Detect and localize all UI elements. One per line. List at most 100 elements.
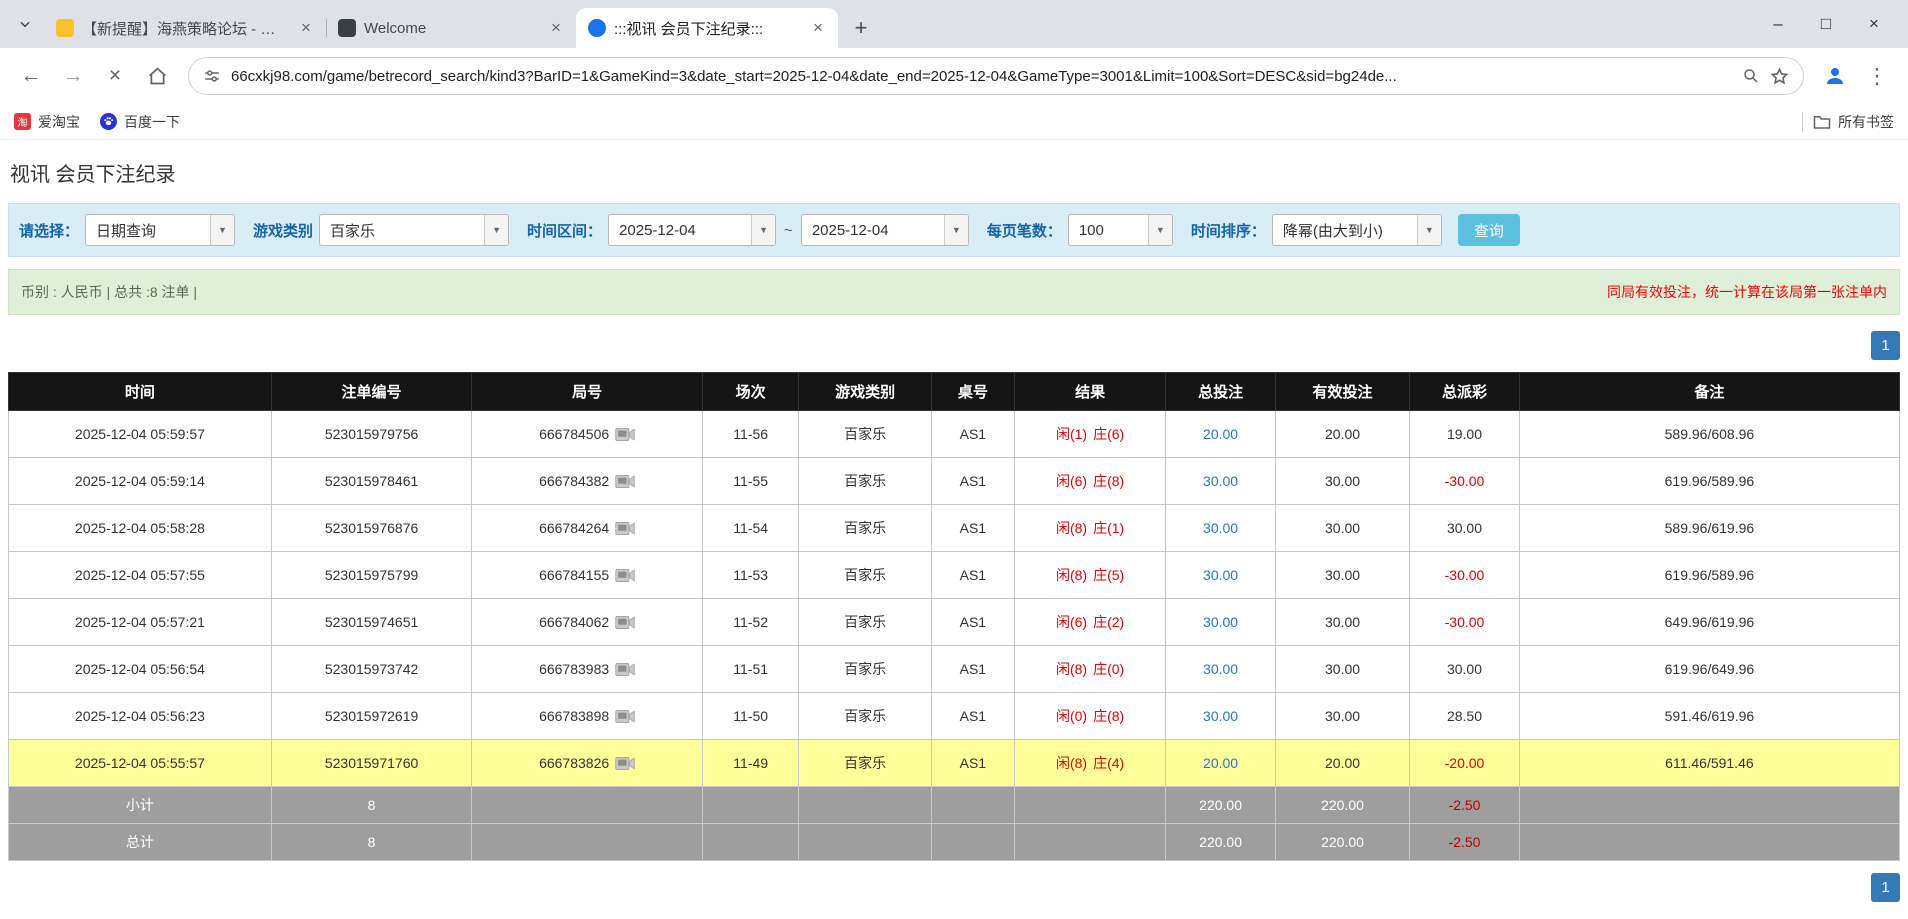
bookmark-star-icon[interactable]	[1770, 66, 1789, 86]
cell-note: 619.96/589.96	[1518, 551, 1901, 599]
tab-bar: 【新提醒】海燕策略论坛 - 综合 × Welcome × :::视讯 会员下注纪…	[0, 0, 1908, 48]
cell-table-no: AS1	[930, 504, 1015, 552]
stop-button[interactable]: ×	[96, 57, 134, 95]
profile-button[interactable]	[1816, 57, 1854, 95]
result-player: 闲(8)	[1055, 755, 1088, 771]
column-header: 总投注	[1165, 372, 1276, 411]
cell-note: 589.96/608.96	[1518, 410, 1901, 458]
video-replay-icon[interactable]	[615, 427, 635, 442]
cell-total-bet[interactable]: 30.00	[1165, 504, 1276, 552]
cell-note: 589.96/619.96	[1518, 504, 1901, 552]
tab-forum[interactable]: 【新提醒】海燕策略论坛 - 综合 ×	[44, 8, 326, 48]
baidu-paw-icon	[100, 113, 117, 130]
cell-note: 649.96/619.96	[1518, 598, 1901, 646]
profile-avatar-icon	[1827, 68, 1843, 84]
url-text[interactable]: 66cxkj98.com/game/betrecord_search/kind3…	[231, 68, 1732, 85]
video-replay-icon[interactable]	[615, 474, 635, 489]
chevron-down-icon[interactable]: ▼	[484, 215, 509, 245]
date-end-input[interactable]: 2025-12-04 ▼	[800, 214, 969, 246]
cell-valid-bet: 20.00	[1274, 739, 1411, 787]
tab-close-icon[interactable]: ×	[546, 18, 566, 38]
cell-total-bet[interactable]: 20.00	[1165, 739, 1276, 787]
sort-label: 时间排序：	[1190, 222, 1266, 240]
cell-round: 666783983	[471, 645, 703, 693]
cell-total-bet[interactable]: 30.00	[1165, 645, 1276, 693]
video-replay-icon[interactable]	[615, 521, 635, 536]
new-tab-button[interactable]: +	[846, 13, 876, 43]
column-header: 桌号	[930, 372, 1015, 411]
video-replay-icon[interactable]	[615, 709, 635, 724]
cell-time: 2025-12-04 05:56:54	[8, 645, 272, 693]
bookmark-taobao[interactable]: 淘 爱淘宝	[14, 112, 80, 132]
forward-button[interactable]: →	[54, 57, 92, 95]
tab-close-icon[interactable]: ×	[296, 18, 316, 38]
cell-bet-id: 523015979756	[270, 410, 473, 458]
maximize-button[interactable]: □	[1802, 5, 1850, 43]
chevron-down-icon[interactable]: ▼	[1147, 215, 1172, 245]
video-replay-icon[interactable]	[615, 615, 635, 630]
chevron-down-icon[interactable]: ▼	[210, 215, 235, 245]
page-size-select[interactable]: 100 ▼	[1067, 214, 1173, 246]
tab-title: Welcome	[364, 19, 427, 37]
column-header: 总派彩	[1409, 372, 1520, 411]
tab-search-button[interactable]	[10, 9, 40, 39]
close-window-button[interactable]: ×	[1850, 5, 1898, 43]
result-player: 闲(6)	[1055, 473, 1088, 489]
round-number: 666783826	[539, 754, 610, 771]
url-bar[interactable]: 66cxkj98.com/game/betrecord_search/kind3…	[188, 57, 1804, 95]
cell-table-no: AS1	[930, 410, 1015, 458]
minimize-button[interactable]: –	[1754, 5, 1802, 43]
chevron-down-icon[interactable]: ▼	[943, 215, 968, 245]
empty-cell	[1518, 786, 1901, 824]
cell-note: 619.96/649.96	[1518, 645, 1901, 693]
bookmark-baidu[interactable]: 百度一下	[100, 112, 180, 132]
video-replay-icon[interactable]	[615, 662, 635, 677]
cell-game-type: 百家乐	[798, 692, 932, 740]
result-player: 闲(8)	[1055, 661, 1088, 677]
subtotal-label: 小计	[8, 786, 272, 824]
page-title: 视讯 会员下注纪录	[10, 164, 176, 186]
round-number: 666784506	[539, 425, 610, 442]
column-header: 备注	[1518, 372, 1901, 411]
chevron-down-icon[interactable]: ▼	[751, 215, 776, 245]
bookmarks-bar: 淘 爱淘宝 百度一下 所有书签	[0, 104, 1908, 140]
cell-time: 2025-12-04 05:56:23	[8, 692, 272, 740]
effective-bet-note: 同局有效投注，统一计算在该局第一张注单内	[1607, 284, 1887, 300]
all-bookmarks-button[interactable]: 所有书签	[1813, 112, 1894, 132]
video-replay-icon[interactable]	[615, 568, 635, 583]
navigation-bar: ← → × 66cxkj98.com/game/betrecord_search…	[0, 48, 1908, 104]
divider	[1802, 111, 1803, 132]
cell-round: 666783898	[471, 692, 703, 740]
empty-cell	[798, 823, 932, 861]
result-banker: 庄(8)	[1093, 473, 1125, 489]
chevron-down-icon[interactable]: ▼	[1416, 215, 1441, 245]
game-type-select[interactable]: 百家乐 ▼	[319, 214, 510, 246]
browser-menu-button[interactable]: ⋮	[1858, 57, 1896, 95]
cell-total-bet[interactable]: 30.00	[1165, 457, 1276, 505]
cell-total-bet[interactable]: 30.00	[1165, 692, 1276, 740]
cell-total-bet[interactable]: 30.00	[1165, 551, 1276, 599]
tab-welcome[interactable]: Welcome ×	[326, 8, 576, 48]
zoom-icon[interactable]	[1742, 67, 1760, 85]
video-replay-icon[interactable]	[615, 756, 635, 771]
home-button[interactable]	[138, 57, 176, 95]
sort-select[interactable]: 降幂(由大到小) ▼	[1271, 214, 1442, 246]
cell-total-bet[interactable]: 20.00	[1165, 410, 1276, 458]
site-settings-icon[interactable]	[203, 67, 221, 85]
query-type-select[interactable]: 日期查询 ▼	[85, 214, 236, 246]
search-button[interactable]: 查询	[1457, 214, 1520, 246]
cell-time: 2025-12-04 05:55:57	[8, 739, 272, 787]
cell-result: 闲(6) 庄(8)	[1013, 457, 1167, 505]
page-button[interactable]: 1	[1871, 331, 1900, 360]
taobao-icon: 淘	[14, 113, 31, 130]
tab-bet-record[interactable]: :::视讯 会员下注纪录::: ×	[576, 8, 838, 48]
page-button[interactable]: 1	[1871, 873, 1900, 902]
date-start-input[interactable]: 2025-12-04 ▼	[608, 214, 777, 246]
table-header-row: 时间 注单编号 局号 场次 游戏类别 桌号 结果 总投注 有效投注 总派彩 备注	[8, 372, 1901, 411]
empty-cell	[701, 823, 800, 861]
cell-valid-bet: 30.00	[1274, 692, 1411, 740]
tab-close-icon[interactable]: ×	[808, 18, 828, 38]
cell-total-bet[interactable]: 30.00	[1165, 598, 1276, 646]
total-count: 8	[270, 823, 473, 861]
back-button[interactable]: ←	[12, 57, 50, 95]
